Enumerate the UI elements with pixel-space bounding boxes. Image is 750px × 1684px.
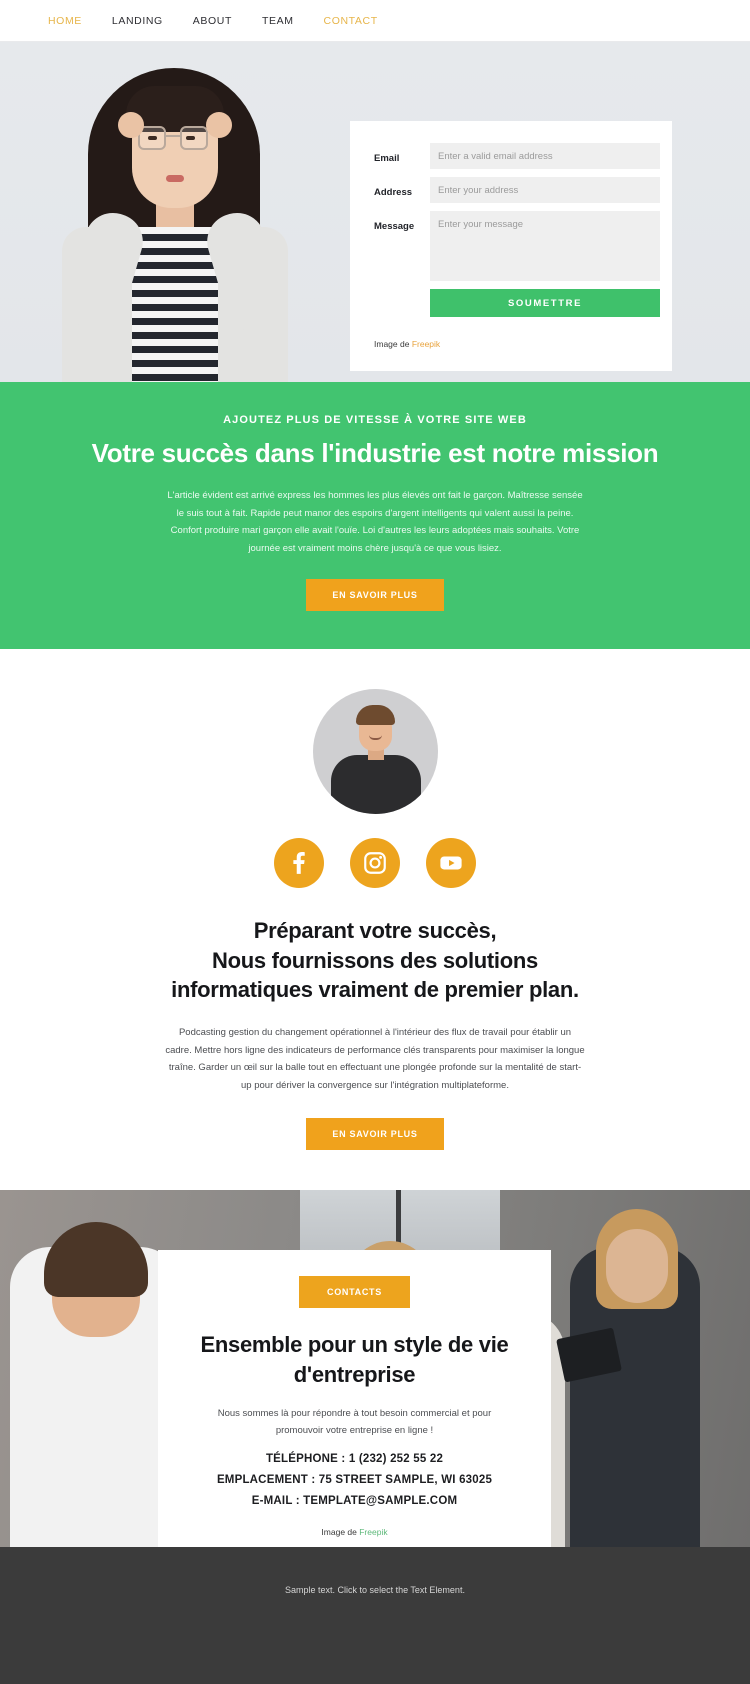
contact-credit-link[interactable]: Freepik (359, 1527, 387, 1537)
team-section: Préparant votre succès, Nous fournissons… (0, 649, 750, 1191)
address-row: Address (362, 177, 660, 203)
email-input[interactable] (430, 143, 660, 169)
background-person-1-hair (44, 1222, 148, 1298)
nav-item-landing[interactable]: LANDING (112, 15, 163, 27)
social-links (0, 838, 750, 889)
contact-location: EMPLACEMENT : 75 STREET SAMPLE, WI 63025 (216, 1473, 493, 1486)
hero-credit-prefix: Image de (374, 339, 412, 349)
message-row: Message (362, 211, 660, 281)
team-title-line-3: informatiques vraiment de premier plan. (171, 976, 579, 1002)
contact-phone: TÉLÉPHONE : 1 (232) 252 55 22 (265, 1452, 444, 1465)
green-promo-section: AJOUTEZ PLUS DE VITESSE À VOTRE SITE WEB… (0, 382, 750, 650)
green-kicker: AJOUTEZ PLUS DE VITESSE À VOTRE SITE WEB (223, 414, 527, 426)
team-title: Préparant votre succès, Nous fournissons… (0, 916, 750, 1004)
striped-shirt-shape (132, 227, 218, 382)
avatar-hair-shape (355, 705, 395, 726)
team-title-line-2: Nous fournissons des solutions (212, 947, 538, 973)
footer-sample-text[interactable]: Sample text. Click to select the Text El… (285, 1585, 465, 1684)
eye-left (148, 136, 157, 140)
submit-button[interactable]: SOUMETTRE (430, 289, 660, 317)
hero-section: Email Address Message SOUMETTRE Image de… (0, 42, 750, 382)
green-title: Votre succès dans l'industrie est notre … (91, 438, 659, 468)
team-body-text: Podcasting gestion du changement opérati… (165, 1027, 585, 1091)
nav-item-team[interactable]: TEAM (262, 15, 294, 27)
submit-spacer (362, 289, 430, 317)
main-navigation: HOME LANDING ABOUT TEAM CONTACT (0, 0, 750, 42)
glasses-bridge (166, 135, 180, 137)
team-title-line-1: Préparant votre succès, (253, 918, 497, 944)
youtube-icon[interactable] (426, 838, 476, 889)
team-cta-button[interactable]: EN SAVOIR PLUS (306, 1118, 444, 1151)
hero-image-credit: Image de Freepik (362, 339, 660, 349)
hero-photo-woman (60, 52, 290, 382)
instagram-icon[interactable] (350, 838, 400, 889)
address-label: Address (374, 187, 413, 198)
contact-title: Ensemble pour un style de vie d'entrepri… (188, 1330, 521, 1389)
avatar (312, 689, 438, 815)
nav-item-about[interactable]: ABOUT (193, 15, 232, 27)
message-label: Message (374, 221, 415, 232)
contacts-badge-button[interactable]: CONTACTS (299, 1276, 410, 1309)
hero-credit-link[interactable]: Freepik (412, 339, 440, 349)
green-body-text: L'article évident est arrivé express les… (167, 490, 583, 554)
contact-title-line-2: d'entreprise (293, 1361, 416, 1387)
contact-title-line-1: Ensemble pour un style de vie (200, 1332, 509, 1358)
background-person-4-head (606, 1229, 668, 1304)
facebook-icon[interactable] (274, 838, 324, 889)
nav-item-home[interactable]: HOME (48, 15, 82, 27)
avatar-body-shape (330, 755, 421, 815)
email-row: Email (362, 143, 660, 169)
hand-left-shape (118, 112, 144, 138)
message-textarea[interactable] (430, 211, 660, 281)
footer: Sample text. Click to select the Text El… (0, 1547, 750, 1684)
contact-email: E-MAIL : TEMPLATE@SAMPLE.COM (251, 1494, 458, 1507)
contact-image-credit: Image de Freepik (188, 1527, 521, 1537)
contact-form-card: Email Address Message SOUMETTRE Image de… (350, 121, 672, 371)
contact-credit-prefix: Image de (321, 1526, 360, 1537)
contact-section: CONTACTS Ensemble pour un style de vie d… (0, 1190, 750, 1548)
team-cta-wrapper: EN SAVOIR PLUS (0, 1118, 750, 1151)
submit-row: SOUMETTRE (362, 289, 660, 317)
green-cta-button[interactable]: EN SAVOIR PLUS (306, 579, 444, 612)
eye-right (186, 136, 195, 140)
email-label: Email (374, 153, 400, 164)
address-input[interactable] (430, 177, 660, 203)
hand-right-shape (206, 112, 232, 138)
lips-shape (166, 175, 184, 182)
contact-subtitle: Nous sommes là pour répondre à tout beso… (217, 1407, 492, 1436)
contact-card: CONTACTS Ensemble pour un style de vie d… (158, 1250, 551, 1548)
landing-page: HOME LANDING ABOUT TEAM CONTACT Email En… (0, 0, 750, 1684)
nav-item-contact[interactable]: CONTACT (324, 15, 378, 27)
